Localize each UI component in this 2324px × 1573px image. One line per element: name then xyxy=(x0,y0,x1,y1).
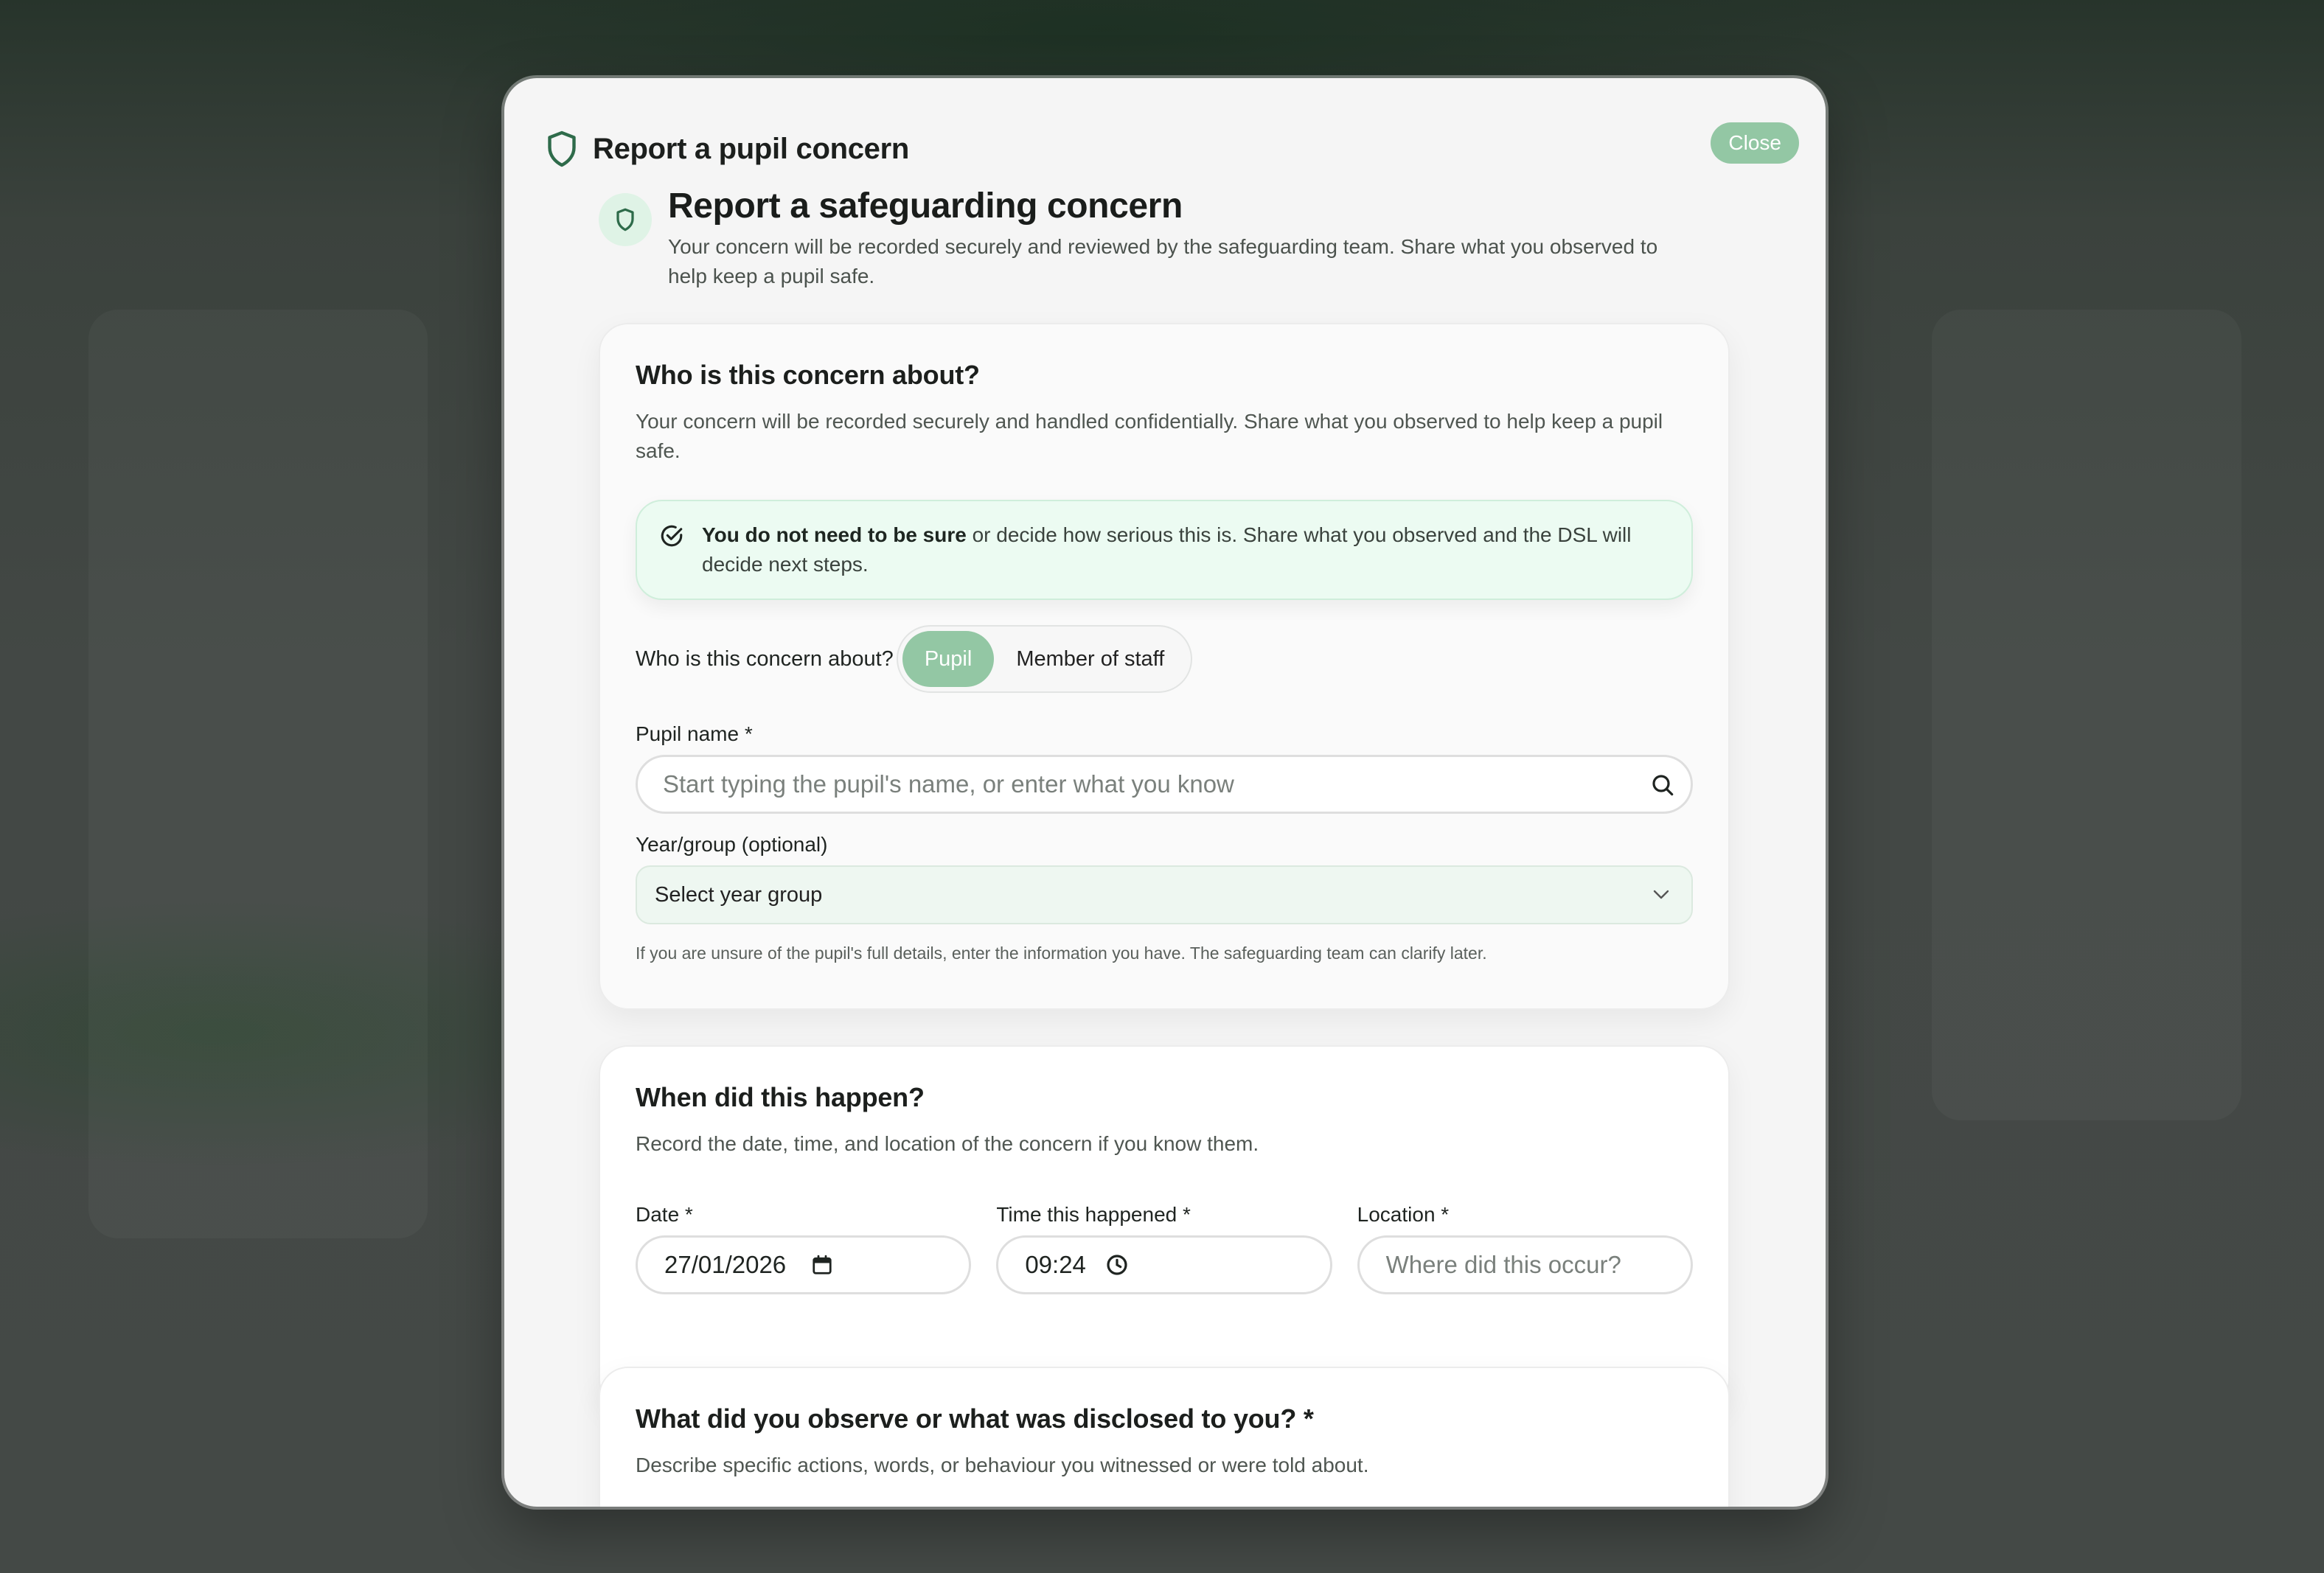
date-value: 27/01/2026 xyxy=(664,1251,787,1278)
date-input[interactable]: 27/01/2026 xyxy=(636,1235,972,1294)
year-group-select[interactable]: Select year group xyxy=(636,865,1693,924)
intro-badge xyxy=(599,193,652,246)
modal-header: Report a pupil concern Close xyxy=(546,119,1799,178)
time-field: Time this happened * 09:24 xyxy=(996,1203,1332,1294)
shield-icon xyxy=(548,130,576,167)
when-fields-row: Date * 27/01/2026 Time this happened * 0… xyxy=(636,1203,1693,1294)
location-input[interactable]: Where did this occur? xyxy=(1357,1235,1693,1294)
shield-icon xyxy=(616,208,634,231)
when-lead: Record the date, time, and location of t… xyxy=(636,1132,1259,1155)
subject-toggle-row: Who is this concern about? Pupil Member … xyxy=(636,625,1693,693)
intro-description: Your concern will be recorded securely a… xyxy=(668,235,1658,287)
pupil-name-input[interactable]: Start typing the pupil's name, or enter … xyxy=(636,755,1693,814)
chevron-down-icon xyxy=(1653,890,1669,899)
when-card: When did this happen? Record the date, t… xyxy=(599,1045,1730,1409)
notice-strong: You do not need to be sure xyxy=(702,523,967,546)
report-concern-modal: Report a pupil concern Close Report a sa… xyxy=(504,78,1826,1507)
observe-lead: Describe specific actions, words, or beh… xyxy=(636,1454,1369,1476)
location-field: Location * Where did this occur? xyxy=(1357,1203,1693,1294)
year-group-value: Select year group xyxy=(655,882,823,907)
pupil-details-hint: If you are unsure of the pupil's full de… xyxy=(636,944,1487,963)
intro-section: Report a safeguarding concern Your conce… xyxy=(599,181,1705,291)
close-button[interactable]: Close xyxy=(1711,122,1799,164)
subject-toggle-label: Who is this concern about? xyxy=(636,646,894,671)
location-label: Location * xyxy=(1357,1203,1450,1226)
modal-title: Report a pupil concern xyxy=(593,132,910,165)
toggle-member-of-staff[interactable]: Member of staff xyxy=(994,631,1186,687)
check-circle-icon xyxy=(661,525,683,547)
backdrop-panel xyxy=(1932,310,2241,1120)
subject-toggle: Pupil Member of staff xyxy=(896,625,1193,693)
backdrop-panel xyxy=(88,310,428,1238)
location-placeholder: Where did this occur? xyxy=(1385,1251,1621,1278)
intro-title: Report a safeguarding concern xyxy=(668,186,1183,226)
who-concern-card: Who is this concern about? Your concern … xyxy=(599,323,1730,1010)
search-icon[interactable] xyxy=(1651,773,1674,797)
who-heading: Who is this concern about? xyxy=(636,360,980,390)
date-label: Date * xyxy=(636,1203,693,1226)
when-heading: When did this happen? xyxy=(636,1082,925,1112)
time-label: Time this happened * xyxy=(996,1203,1191,1226)
observation-card: What did you observe or what was disclos… xyxy=(599,1367,1730,1507)
intro-text: Report a safeguarding concern Your conce… xyxy=(668,181,1700,291)
year-group-label: Year/group (optional) xyxy=(636,833,828,856)
clock-icon[interactable] xyxy=(1105,1253,1129,1277)
pupil-name-placeholder: Start typing the pupil's name, or enter … xyxy=(663,770,1234,798)
time-input[interactable]: 09:24 xyxy=(996,1235,1332,1294)
who-lead: Your concern will be recorded securely a… xyxy=(636,410,1663,462)
observe-heading: What did you observe or what was disclos… xyxy=(636,1403,1314,1434)
reassurance-notice: You do not need to be sure or decide how… xyxy=(636,500,1693,600)
calendar-icon[interactable] xyxy=(811,1254,833,1276)
date-field: Date * 27/01/2026 xyxy=(636,1203,972,1294)
toggle-pupil[interactable]: Pupil xyxy=(902,631,995,687)
pupil-name-label: Pupil name * xyxy=(636,722,753,745)
time-value: 09:24 xyxy=(1025,1251,1086,1278)
